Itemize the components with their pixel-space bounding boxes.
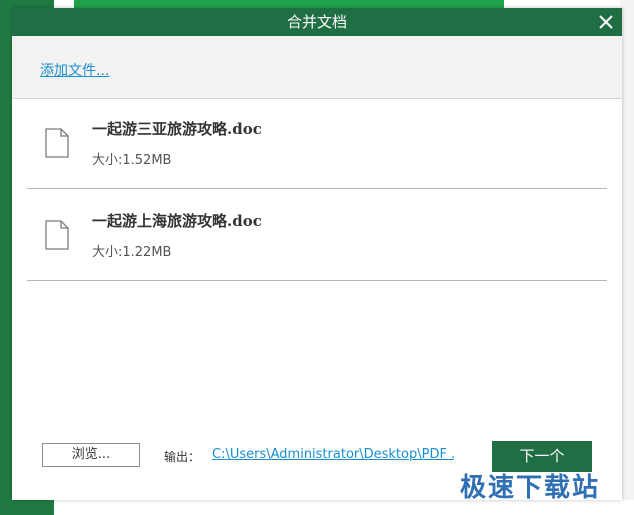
background-app-right-strip xyxy=(620,0,634,515)
file-name: 一起游三亚旅游攻略.doc xyxy=(92,120,262,138)
dialog-titlebar: 合并文档 xyxy=(12,8,622,36)
background-app-top-bar xyxy=(74,0,504,8)
file-list-item[interactable]: 一起游上海旅游攻略.doc 大小:1.22MB xyxy=(27,188,607,281)
dialog-title: 合并文档 xyxy=(286,13,347,31)
close-button[interactable] xyxy=(596,12,616,32)
merge-documents-dialog: 合并文档 添加文件... 一起游三亚旅游攻略.doc 大小:1.52MB 一起游… xyxy=(12,8,622,500)
file-name: 一起游上海旅游攻略.doc xyxy=(92,212,262,230)
output-label: 输出： xyxy=(164,450,201,464)
browse-button[interactable]: 浏览... xyxy=(42,443,140,467)
background-app-bottom-left xyxy=(0,500,54,515)
document-icon xyxy=(45,128,69,158)
add-files-link[interactable]: 添加文件... xyxy=(40,60,109,80)
watermark-text: 极速下载站 xyxy=(460,473,601,503)
add-files-area: 添加文件... xyxy=(12,36,622,99)
file-size: 大小:1.52MB xyxy=(92,153,172,168)
close-icon xyxy=(599,15,613,29)
file-size: 大小:1.22MB xyxy=(92,245,172,260)
output-path-link[interactable]: C:\Users\Administrator\Desktop\PDF ... xyxy=(212,447,454,462)
document-icon xyxy=(45,220,69,250)
file-list-item[interactable]: 一起游三亚旅游攻略.doc 大小:1.52MB xyxy=(27,96,607,189)
